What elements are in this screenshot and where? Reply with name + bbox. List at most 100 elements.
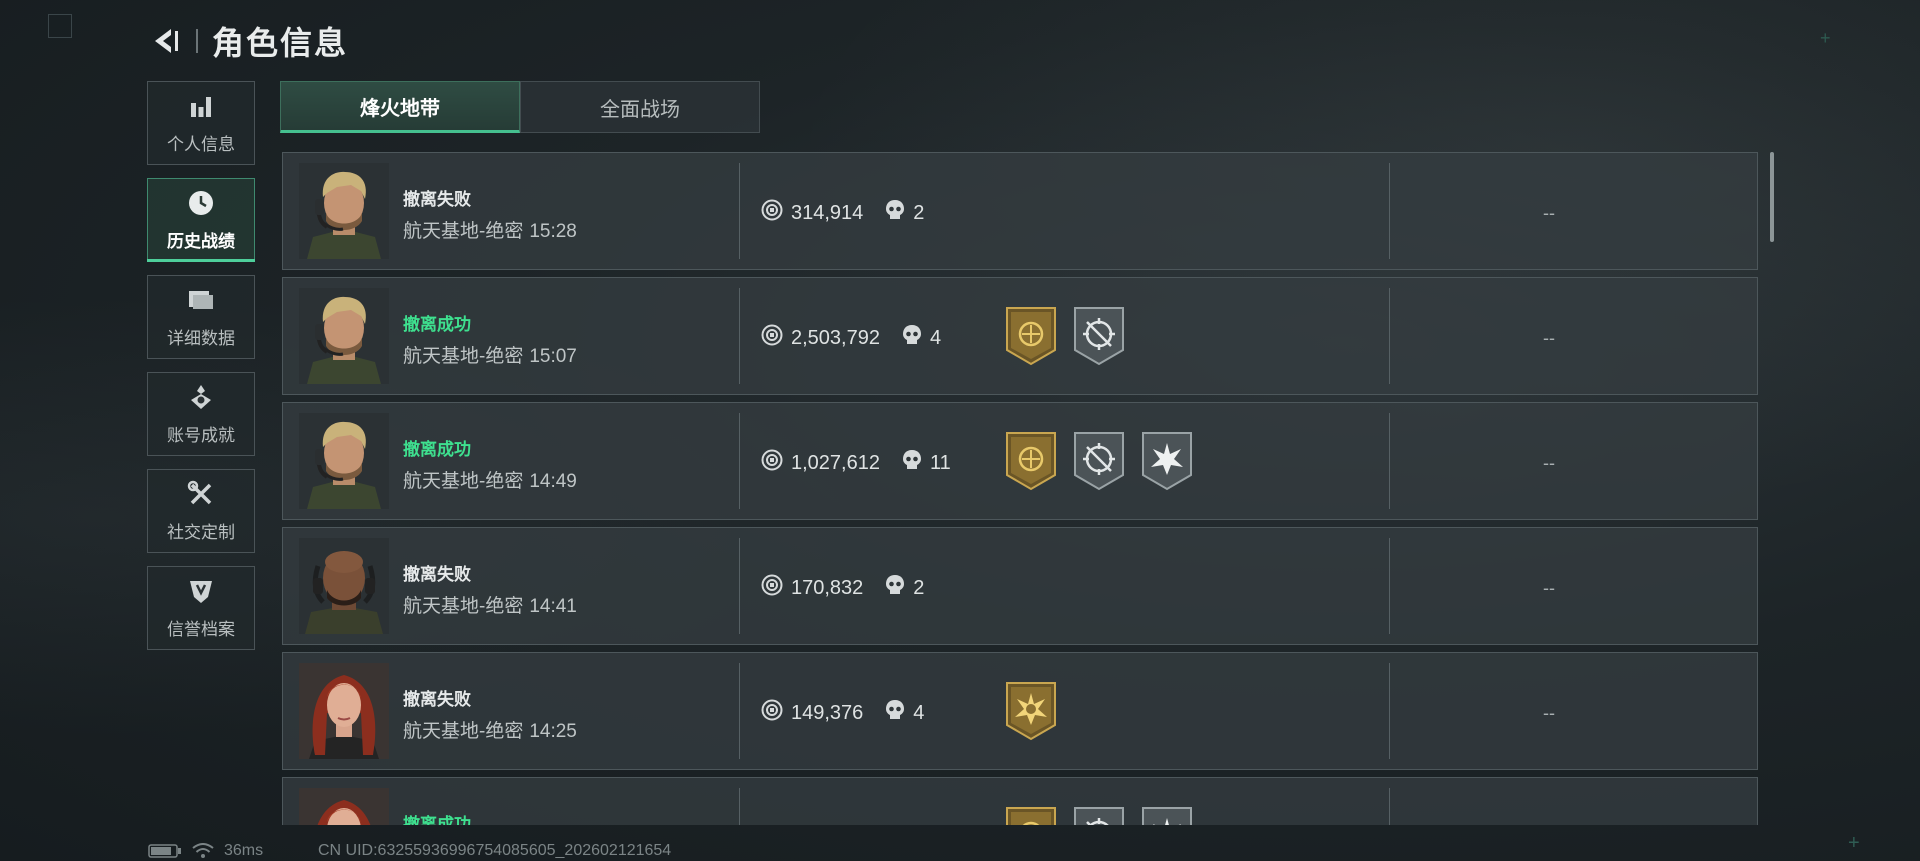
match-badges xyxy=(1005,681,1057,741)
sidebar-item-label: 详细数据 xyxy=(167,328,235,348)
crosshair-badge[interactable] xyxy=(1073,431,1125,491)
loot-value-group: 2,503,792 4 xyxy=(761,324,941,352)
shield-icon xyxy=(187,577,215,605)
extraction-status: 撤离失败 xyxy=(403,190,471,209)
bar-chart-icon xyxy=(187,92,215,120)
wifi-icon xyxy=(192,843,214,858)
corner-frame xyxy=(48,14,72,38)
tab-warzone[interactable]: 烽火地带 xyxy=(280,81,520,133)
match-record-row[interactable]: 撤离失败航天基地-绝密 14:41 170,832 2 -- xyxy=(282,527,1758,645)
extra-stat: -- xyxy=(1543,328,1555,348)
sidebar-item-profile[interactable]: 个人信息 xyxy=(147,81,255,165)
loot-value: 149,376 xyxy=(791,701,864,724)
loot-value-group: 170,832 2 xyxy=(761,574,924,602)
decorative-mark: + xyxy=(1820,28,1831,48)
map-name: 航天基地-绝密 xyxy=(403,221,524,242)
match-time: 14:49 xyxy=(529,471,577,492)
extraction-status: 撤离失败 xyxy=(403,690,471,709)
kill-count: 4 xyxy=(929,326,942,349)
extraction-status: 撤离失败 xyxy=(403,565,471,584)
extra-stat: -- xyxy=(1543,703,1555,723)
extraction-status: 撤离成功 xyxy=(403,815,471,825)
match-badges xyxy=(1005,306,1125,366)
loot-value-group: 1,027,612 11 xyxy=(761,449,951,477)
match-record-row[interactable]: 撤离成功 xyxy=(282,777,1758,825)
sidebar-item-credit[interactable]: 信誉档案 xyxy=(147,566,255,650)
match-time: 15:07 xyxy=(529,346,577,367)
kill-count: 11 xyxy=(929,451,951,474)
column-divider xyxy=(1389,538,1390,634)
sidebar-item-label: 信誉档案 xyxy=(167,619,235,639)
map-name: 航天基地-绝密 xyxy=(403,471,524,492)
sidebar-item-label: 个人信息 xyxy=(167,134,235,154)
sidebar-item-label: 账号成就 xyxy=(167,425,235,445)
map-time-info: 航天基地-绝密 14:41 xyxy=(403,591,577,618)
gold-emblem-badge[interactable] xyxy=(1005,806,1057,825)
coin-icon xyxy=(761,699,783,727)
loot-value: 2,503,792 xyxy=(791,326,880,349)
skull-icon xyxy=(885,699,905,727)
gold-emblem-badge[interactable] xyxy=(1005,306,1057,366)
wrench-icon xyxy=(187,480,215,508)
kill-count: 4 xyxy=(913,701,925,724)
kills-group: 4 xyxy=(902,324,941,352)
column-divider xyxy=(739,538,740,634)
operator-avatar xyxy=(299,163,389,259)
match-history-list: 撤离失败 航天基地-绝密 15:28 314,914 2 -- 撤离成功 航天基地-绝密 15:… xyxy=(282,152,1758,825)
back-button[interactable] xyxy=(148,24,182,58)
page-title: 角色信息 xyxy=(212,25,349,61)
skull-icon xyxy=(885,574,905,602)
extra-stat: -- xyxy=(1543,453,1555,473)
gold-burst-badge[interactable] xyxy=(1005,681,1057,741)
sidebar-item-details[interactable]: 详细数据 xyxy=(147,275,255,359)
kill-count: 2 xyxy=(913,201,925,224)
crosshair-badge[interactable] xyxy=(1073,306,1125,366)
operator-avatar xyxy=(299,788,389,825)
kill-count: 2 xyxy=(913,576,925,599)
header-divider xyxy=(196,29,198,53)
column-divider xyxy=(1389,663,1390,759)
map-name: 航天基地-绝密 xyxy=(403,346,524,367)
kills-group: 2 xyxy=(885,574,924,602)
operator-avatar xyxy=(299,413,389,509)
extra-stat: -- xyxy=(1543,203,1555,223)
burst-badge[interactable] xyxy=(1141,431,1193,491)
map-name: 航天基地-绝密 xyxy=(403,721,524,742)
match-record-row[interactable]: 撤离失败航天基地-绝密 14:25 149,376 4 -- xyxy=(282,652,1758,770)
sidebar-item-social[interactable]: 社交定制 xyxy=(147,469,255,553)
map-time-info: 航天基地-绝密 14:49 xyxy=(403,466,577,493)
gold-emblem-badge[interactable] xyxy=(1005,431,1057,491)
match-record-row[interactable]: 撤离成功航天基地-绝密 14:49 1,027,612 11 -- xyxy=(282,402,1758,520)
loot-value: 170,832 xyxy=(791,576,864,599)
burst-badge[interactable] xyxy=(1141,806,1193,825)
column-divider xyxy=(1389,288,1390,384)
crosshair-badge[interactable] xyxy=(1073,806,1125,825)
match-time: 15:28 xyxy=(529,221,577,242)
sidebar-item-history[interactable]: 历史战绩 xyxy=(147,178,255,262)
clock-icon xyxy=(187,189,215,217)
column-divider xyxy=(739,413,740,509)
column-divider xyxy=(1389,788,1390,825)
match-badges xyxy=(1005,431,1193,491)
sidebar-item-achievements[interactable]: 账号成就 xyxy=(147,372,255,456)
skull-icon xyxy=(902,449,922,477)
column-divider xyxy=(1389,163,1390,259)
extra-stat: -- xyxy=(1543,578,1555,598)
match-badges xyxy=(1005,806,1193,825)
kills-group: 2 xyxy=(885,199,924,227)
extraction-status: 撤离成功 xyxy=(403,440,471,459)
kills-group: 4 xyxy=(885,699,924,727)
folder-icon xyxy=(187,286,215,314)
status-bar: 36ms xyxy=(148,842,263,860)
map-time-info: 航天基地-绝密 14:25 xyxy=(403,716,577,743)
match-record-row[interactable]: 撤离失败 航天基地-绝密 15:28 314,914 2 -- xyxy=(282,152,1758,270)
page-header: 角色信息 xyxy=(148,18,348,64)
back-arrow-icon xyxy=(155,29,178,53)
scrollbar-thumb[interactable] xyxy=(1770,152,1774,242)
tab-battlefield[interactable]: 全面战场 xyxy=(520,81,760,133)
match-time: 14:41 xyxy=(529,596,577,617)
coin-icon xyxy=(761,199,783,227)
match-record-row[interactable]: 撤离成功 航天基地-绝密 15:07 2,503,792 4 -- xyxy=(282,277,1758,395)
column-divider xyxy=(739,663,740,759)
map-name: 航天基地-绝密 xyxy=(403,596,524,617)
